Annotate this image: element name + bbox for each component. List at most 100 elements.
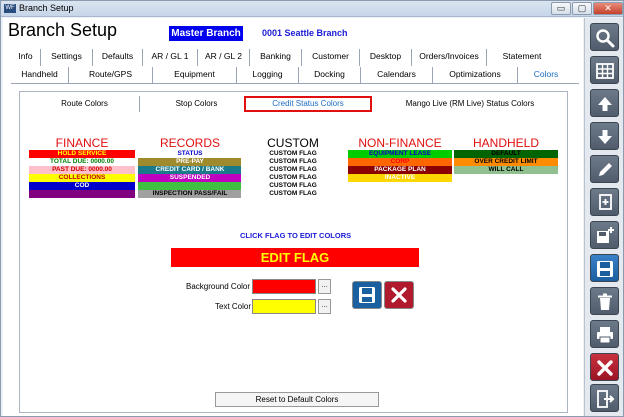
tabs-row-1: Info Settings Defaults AR / GL 1 AR / GL 2 Ba… bbox=[11, 49, 579, 66]
text-color-picker-button[interactable]: ... bbox=[318, 299, 331, 314]
column-heading: CUSTOM bbox=[267, 136, 319, 150]
trash-icon bbox=[598, 293, 612, 310]
print-button[interactable] bbox=[590, 320, 619, 348]
flag-custom-flag[interactable]: CUSTOM FLAG bbox=[241, 182, 345, 190]
window-title: Branch Setup bbox=[19, 3, 74, 13]
flag-equipment-lease[interactable]: EQUIPMENT LEASE bbox=[348, 150, 452, 158]
background-color-swatch[interactable] bbox=[252, 279, 316, 294]
tab-optimizations[interactable]: Optimizations bbox=[433, 67, 518, 83]
text-color-swatch[interactable] bbox=[252, 299, 316, 314]
background-color-picker-button[interactable]: ... bbox=[318, 279, 331, 294]
delete-button[interactable] bbox=[590, 287, 619, 315]
tab-ar-gl-2[interactable]: AR / GL 2 bbox=[198, 49, 250, 66]
grid-view-button[interactable] bbox=[590, 56, 619, 84]
search-button[interactable] bbox=[590, 23, 619, 51]
tab-desktop[interactable]: Desktop bbox=[360, 49, 412, 66]
tab-banking[interactable]: Banking bbox=[250, 49, 302, 66]
tab-colors[interactable]: Colors bbox=[518, 67, 574, 83]
arrow-up-icon bbox=[598, 97, 612, 111]
search-icon bbox=[596, 29, 615, 48]
tab-defaults[interactable]: Defaults bbox=[93, 49, 143, 66]
grid-icon bbox=[596, 63, 614, 79]
minimize-button[interactable]: ▭ bbox=[551, 2, 571, 15]
tab-logging[interactable]: Logging bbox=[237, 67, 299, 83]
flag-inspection-pass-fail[interactable]: INSPECTION PASS/FAIL bbox=[138, 190, 242, 198]
color-subtabs: Route Colors Stop Colors Credit Status Col… bbox=[20, 96, 567, 112]
tab-route-gps[interactable]: Route/GPS bbox=[69, 67, 153, 83]
close-icon bbox=[391, 287, 407, 303]
flag-cod[interactable]: COD bbox=[29, 182, 135, 190]
close-window-button[interactable]: ✕ bbox=[593, 2, 623, 15]
column-finance: FINANCE HOLD SERVICE TOTAL DUE: 0000.00 PAS… bbox=[29, 137, 135, 198]
flag-over-credit-limit[interactable]: OVER CREDIT LIMIT bbox=[454, 158, 558, 166]
save-button[interactable] bbox=[590, 254, 619, 282]
tab-docking[interactable]: Docking bbox=[299, 67, 361, 83]
right-toolbar bbox=[584, 18, 623, 416]
flag-status[interactable]: STATUS bbox=[138, 150, 242, 158]
flag-inactive[interactable]: INACTIVE bbox=[348, 174, 452, 182]
edit-button[interactable] bbox=[590, 155, 619, 183]
flag-custom-flag[interactable]: CUSTOM FLAG bbox=[241, 166, 345, 174]
move-up-button[interactable] bbox=[590, 89, 619, 117]
move-down-button[interactable] bbox=[590, 122, 619, 150]
close-icon bbox=[597, 360, 613, 376]
flag-will-call[interactable]: WILL CALL bbox=[454, 166, 558, 174]
copy-add-button[interactable] bbox=[590, 188, 619, 216]
column-non-finance: NON-FINANCE EQUIPMENT LEASE CORP PACKAGE PL… bbox=[348, 137, 452, 182]
save-icon bbox=[359, 287, 375, 303]
save-icon bbox=[597, 261, 613, 277]
exit-button[interactable] bbox=[590, 384, 619, 412]
maximize-button[interactable]: ▢ bbox=[572, 2, 592, 15]
flag-corp[interactable]: CORP bbox=[348, 158, 452, 166]
flag-total-due-0000-00[interactable]: TOTAL DUE: 0000.00 bbox=[29, 158, 135, 166]
flag-past-due-0000-00[interactable]: PAST DUE: 0000.00 bbox=[29, 166, 135, 174]
flag-custom-flag[interactable]: CUSTOM FLAG bbox=[241, 158, 345, 166]
text-color-label: Text Color bbox=[215, 302, 252, 311]
subtab-mango-live-rm-live-status-colors[interactable]: Mango Live (RM Live) Status Colors bbox=[380, 96, 560, 112]
subtab-stop-colors[interactable]: Stop Colors bbox=[142, 96, 252, 112]
save-add-icon bbox=[597, 227, 614, 243]
tab-customer[interactable]: Customer bbox=[302, 49, 360, 66]
tab-settings[interactable]: Settings bbox=[41, 49, 93, 66]
title-bar: WF Branch Setup ▭ ▢ ✕ bbox=[1, 1, 623, 17]
flag-custom-flag[interactable]: CUSTOM FLAG bbox=[241, 174, 345, 182]
flag-custom-flag[interactable]: CUSTOM FLAG bbox=[241, 190, 345, 198]
column-heading: NON-FINANCE bbox=[358, 136, 442, 150]
tab-ar-gl-1[interactable]: AR / GL 1 bbox=[143, 49, 198, 66]
edit-flag-preview: EDIT FLAG bbox=[171, 248, 419, 267]
flag-suspended[interactable]: SUSPENDED bbox=[138, 174, 242, 182]
column-heading: RECORDS bbox=[159, 136, 220, 150]
column-handheld: HANDHELD DEFAULT OVER CREDIT LIMIT WILL CAL… bbox=[454, 137, 558, 174]
column-heading: FINANCE bbox=[55, 136, 109, 150]
background-color-label: Background Color bbox=[186, 282, 251, 291]
flag-credit-card-bank[interactable]: CREDIT CARD / BANK bbox=[138, 166, 242, 174]
tab-equipment[interactable]: Equipment bbox=[153, 67, 237, 83]
flag-default[interactable]: DEFAULT bbox=[454, 150, 558, 158]
save-add-button[interactable] bbox=[590, 221, 619, 249]
subtab-credit-status-colors[interactable]: Credit Status Colors bbox=[244, 96, 372, 112]
tab-calendars[interactable]: Calendars bbox=[361, 67, 433, 83]
close-button[interactable] bbox=[590, 353, 619, 381]
tab-handheld[interactable]: Handheld bbox=[11, 67, 69, 83]
column-custom: CUSTOM CUSTOM FLAG CUSTOM FLAG CUSTOM FLAG C… bbox=[241, 137, 345, 198]
flag-unlabeled[interactable] bbox=[138, 182, 242, 190]
column-records: RECORDS STATUS PRE-PAY CREDIT CARD / BANK SU… bbox=[138, 137, 242, 198]
exit-icon bbox=[597, 390, 615, 408]
flag-package-plan[interactable]: PACKAGE PLAN bbox=[348, 166, 452, 174]
tab-orders-invoices[interactable]: Orders/Invoices bbox=[412, 49, 487, 66]
copy-add-icon bbox=[599, 194, 612, 210]
subtab-route-colors[interactable]: Route Colors bbox=[30, 96, 140, 112]
pencil-icon bbox=[599, 163, 612, 176]
save-colors-button[interactable] bbox=[352, 281, 382, 309]
flag-unlabeled[interactable] bbox=[29, 190, 135, 198]
tab-statement[interactable]: Statement bbox=[487, 49, 557, 66]
cancel-colors-button[interactable] bbox=[384, 281, 414, 309]
app-window: WF Branch Setup ▭ ▢ ✕ Branch Setup Maste… bbox=[0, 0, 624, 417]
main-content: Branch Setup Master Branch 0001 Seattle … bbox=[3, 18, 583, 416]
flag-pre-pay[interactable]: PRE-PAY bbox=[138, 158, 242, 166]
flag-custom-flag[interactable]: CUSTOM FLAG bbox=[241, 150, 345, 158]
reset-default-colors-button[interactable]: Reset to Default Colors bbox=[215, 392, 379, 407]
flag-collections[interactable]: COLLECTIONS bbox=[29, 174, 135, 182]
flag-hold-service[interactable]: HOLD SERVICE bbox=[29, 150, 135, 158]
tab-info[interactable]: Info bbox=[11, 49, 41, 66]
